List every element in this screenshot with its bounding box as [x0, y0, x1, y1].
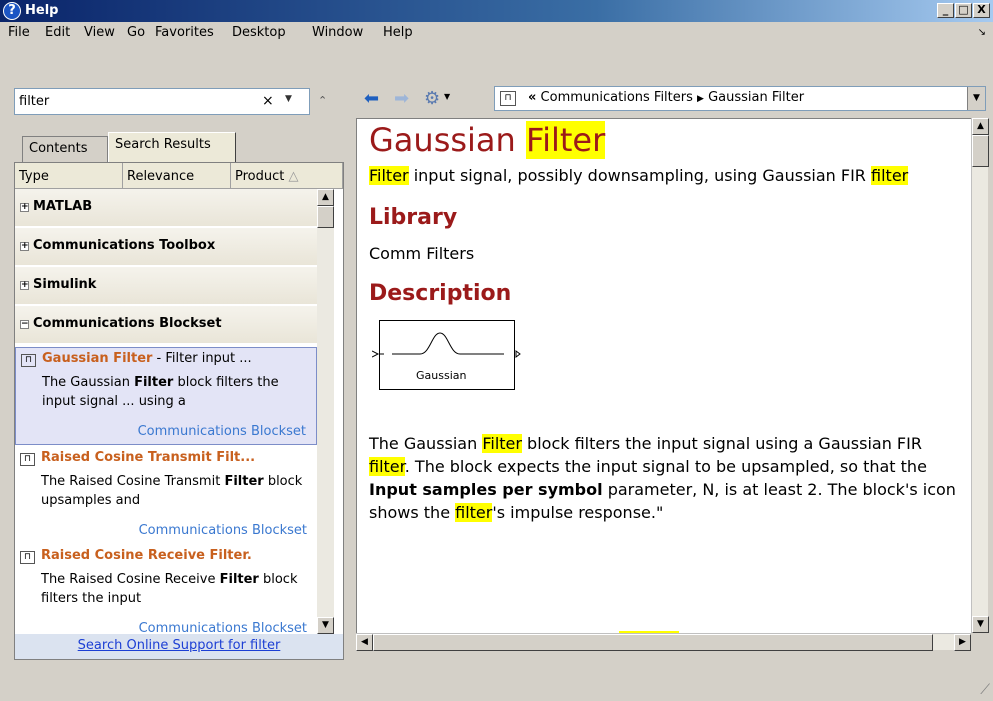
scroll-down-button[interactable]: ▼: [972, 616, 989, 633]
column-relevance[interactable]: Relevance: [123, 163, 231, 189]
description-text: The Gaussian Filter block filters the in…: [369, 434, 956, 522]
result-title: Raised Cosine Receive Filter.: [41, 548, 252, 563]
scroll-up-button[interactable]: ▲: [317, 189, 334, 206]
search-results-panel: Type Relevance Product △ + MATLAB + Comm…: [14, 162, 344, 660]
title-bar: ? Help _ □ X: [0, 0, 993, 22]
column-product[interactable]: Product △: [231, 163, 343, 189]
breadcrumb-current: Gaussian Filter: [708, 90, 805, 105]
page-icon: ⊓: [500, 91, 516, 106]
result-product[interactable]: Communications Blockset: [138, 424, 306, 439]
menu-help[interactable]: Help: [383, 25, 413, 40]
tab-contents[interactable]: Contents: [22, 136, 108, 162]
chevron-icon[interactable]: ↘: [978, 27, 986, 38]
menu-window[interactable]: Window: [312, 25, 363, 40]
result-title: Raised Cosine Transmit Filt...: [41, 450, 256, 465]
result-description: The Raised Cosine Receive Filter block f…: [41, 572, 298, 606]
breadcrumb: ⊓ « Communications Filters ▶ Gaussian Fi…: [494, 86, 986, 111]
menu-edit[interactable]: Edit: [45, 25, 70, 40]
content-horizontal-scrollbar[interactable]: ◀ ▶: [356, 633, 971, 651]
block-icon: ⊓: [20, 453, 35, 466]
scroll-thumb[interactable]: [317, 206, 334, 228]
menu-desktop[interactable]: Desktop: [232, 25, 286, 40]
group-label: Communications Toolbox: [33, 238, 216, 253]
result-item[interactable]: ⊓ Raised Cosine Transmit Filt... The Rai…: [15, 447, 317, 545]
sort-icon: △: [288, 169, 299, 184]
scroll-up-button[interactable]: ▲: [972, 118, 989, 135]
browser-toolbar: ⬅ ➡ ⚙ ▼ ⊓ « Communications Filters ▶ Gau…: [356, 80, 986, 118]
breadcrumb-parent[interactable]: Communications Filters: [541, 90, 693, 105]
search-input[interactable]: [15, 89, 255, 114]
expand-icon[interactable]: +: [20, 281, 29, 290]
clear-search-icon[interactable]: ×: [262, 93, 274, 109]
group-label: MATLAB: [33, 199, 93, 214]
minimize-button[interactable]: _: [937, 3, 954, 18]
menu-file[interactable]: File: [8, 25, 30, 40]
expand-icon[interactable]: +: [20, 242, 29, 251]
resize-grip-icon[interactable]: ⟋: [980, 682, 990, 698]
search-online-support-link[interactable]: Search Online Support for filter: [15, 634, 343, 659]
group-matlab[interactable]: + MATLAB: [15, 189, 317, 227]
result-item[interactable]: ⊓ Gaussian Filter - Filter input ... The…: [15, 347, 317, 445]
group-communications-toolbox[interactable]: + Communications Toolbox: [15, 228, 317, 266]
window-title: Help: [25, 3, 59, 18]
description-heading: Description: [369, 281, 512, 306]
chevron-down-icon[interactable]: ▼: [444, 92, 450, 101]
menu-bar: File Edit View Go Favorites Desktop Wind…: [0, 22, 993, 44]
panel-splitter[interactable]: [346, 80, 354, 662]
close-button[interactable]: X: [973, 3, 990, 18]
search-box: × ▼: [14, 88, 310, 115]
library-heading: Library: [369, 205, 458, 230]
page-subtitle: Filter input signal, possibly downsampli…: [369, 166, 909, 185]
help-icon: ?: [3, 2, 21, 20]
menu-favorites[interactable]: Favorites: [155, 25, 214, 40]
menu-go[interactable]: Go: [127, 25, 145, 40]
breadcrumb-trail: « Communications Filters ▶ Gaussian Filt…: [528, 90, 804, 105]
breadcrumb-arrow-icon: ▶: [697, 94, 704, 104]
result-description: The Raised Cosine Transmit Filter block …: [41, 474, 303, 508]
menu-view[interactable]: View: [84, 25, 115, 40]
chevron-down-icon[interactable]: ▼: [967, 87, 985, 110]
gaussian-block-diagram: Gaussian: [372, 320, 521, 390]
scroll-thumb[interactable]: [972, 135, 989, 167]
group-label: Simulink: [33, 277, 97, 292]
tab-search-results[interactable]: Search Results: [108, 132, 236, 162]
column-type[interactable]: Type: [15, 163, 123, 189]
forward-arrow-icon[interactable]: ➡: [394, 88, 409, 109]
help-content: Gaussian Filter Filter input signal, pos…: [356, 118, 971, 633]
block-icon: ⊓: [21, 354, 36, 367]
library-value: Comm Filters: [369, 244, 475, 263]
column-header: Type Relevance Product △: [15, 163, 343, 189]
scroll-right-button[interactable]: ▶: [954, 634, 971, 651]
content-vertical-scrollbar[interactable]: ▲ ▼: [971, 118, 989, 633]
block-label: Gaussian: [416, 369, 467, 382]
scroll-left-button[interactable]: ◀: [356, 634, 373, 651]
breadcrumb-back-icon[interactable]: «: [528, 90, 536, 105]
group-communications-blockset[interactable]: − Communications Blockset: [15, 306, 317, 344]
result-description: The Gaussian Filter block filters the in…: [42, 375, 279, 409]
results-scrollbar[interactable]: ▲ ▼: [317, 189, 334, 634]
result-title: Gaussian Filter - Filter input ...: [42, 351, 252, 366]
collapse-icon[interactable]: −: [20, 320, 29, 329]
expand-icon[interactable]: +: [20, 203, 29, 212]
back-arrow-icon[interactable]: ⬅: [364, 88, 379, 109]
maximize-button[interactable]: □: [955, 3, 972, 18]
scroll-corner: [971, 633, 988, 650]
result-item[interactable]: ⊓ Raised Cosine Receive Filter. The Rais…: [15, 545, 317, 634]
result-product[interactable]: Communications Blockset: [139, 523, 307, 538]
collapse-icon[interactable]: ⌃: [318, 94, 327, 107]
column-product-label: Product: [235, 169, 285, 184]
result-product[interactable]: Communications Blockset: [139, 621, 307, 634]
scroll-thumb[interactable]: [373, 634, 933, 651]
block-icon: ⊓: [20, 551, 35, 564]
gear-icon[interactable]: ⚙: [424, 88, 440, 109]
page-title: Gaussian Filter: [369, 121, 606, 159]
results-list: + MATLAB + Communications Toolbox + Simu…: [15, 189, 317, 634]
scroll-down-button[interactable]: ▼: [317, 617, 334, 634]
chevron-down-icon[interactable]: ▼: [285, 94, 292, 104]
group-label: Communications Blockset: [33, 316, 222, 331]
group-simulink[interactable]: + Simulink: [15, 267, 317, 305]
